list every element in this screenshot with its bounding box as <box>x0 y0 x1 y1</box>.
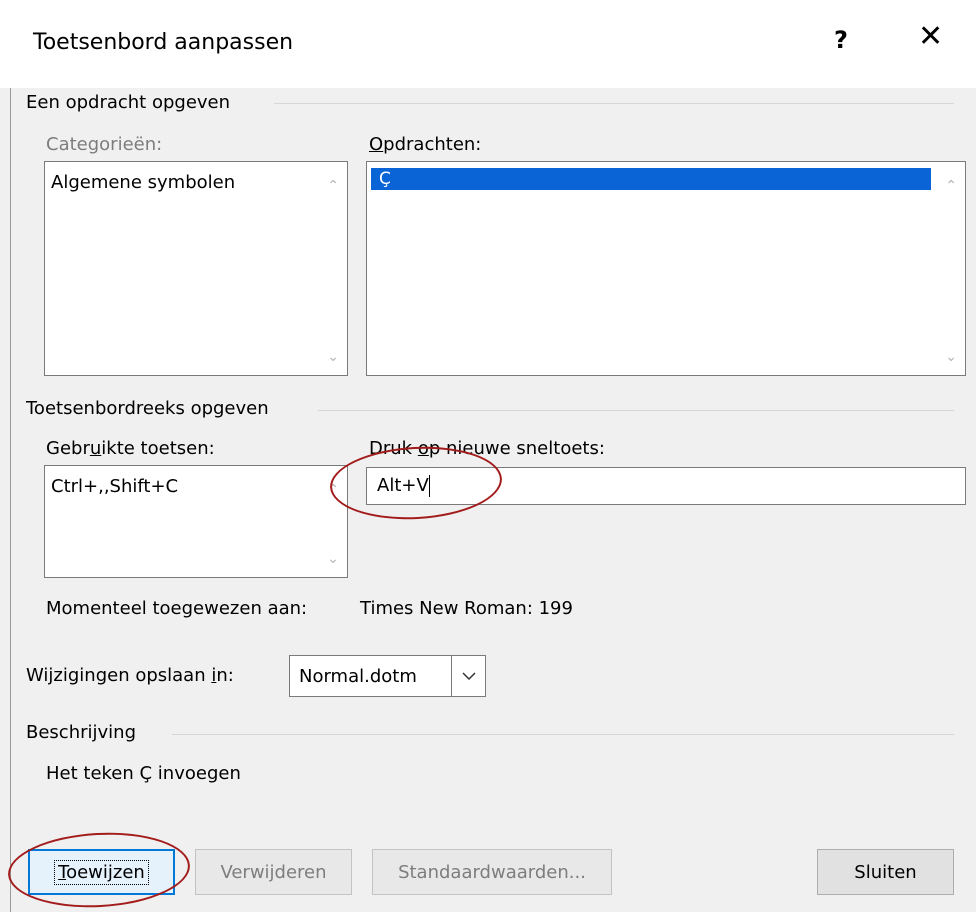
chevron-down-icon[interactable] <box>451 656 485 696</box>
categories-list[interactable]: Algemene symbolen ⌃ ⌄ <box>44 161 348 376</box>
used-keys-list[interactable]: Ctrl+,,Shift+C ⌃ ⌄ <box>44 465 348 578</box>
reset-defaults-button[interactable]: Standaardwaarden... <box>372 849 612 895</box>
description-text: Het teken Ç invoegen <box>46 763 241 784</box>
used-keys-label: Gebruikte toetsen: <box>46 438 215 459</box>
commands-item-selected[interactable]: Ç <box>371 168 931 190</box>
group-divider <box>318 410 954 411</box>
title-bar: Toetsenbord aanpassen ? ✕ <box>0 0 976 88</box>
close-button[interactable]: Sluiten <box>817 849 954 895</box>
dialog-title: Toetsenbord aanpassen <box>33 30 294 55</box>
assigned-label: Momenteel toegewezen aan: <box>46 598 308 619</box>
group-divider <box>274 103 954 104</box>
description-title: Beschrijving <box>26 722 136 743</box>
save-in-select[interactable]: Normal.dotm <box>289 655 486 697</box>
close-icon[interactable]: ✕ <box>918 22 943 52</box>
scroll-up-icon[interactable]: ⌃ <box>945 178 957 194</box>
help-button[interactable]: ? <box>834 26 848 54</box>
save-in-selected: Normal.dotm <box>299 666 417 687</box>
used-keys-item[interactable]: Ctrl+,,Shift+C <box>51 476 178 497</box>
command-group-title: Een opdracht opgeven <box>26 92 231 113</box>
scroll-down-icon[interactable]: ⌄ <box>327 551 339 567</box>
remove-button[interactable]: Verwijderen <box>195 849 352 895</box>
group-divider <box>172 734 954 735</box>
commands-label: Opdrachten: <box>369 134 482 155</box>
scroll-up-icon[interactable]: ⌃ <box>327 178 339 194</box>
commands-list[interactable]: Ç ⌃ ⌄ <box>366 161 966 376</box>
keyboard-group-title: Toetsenbordreeks opgeven <box>26 398 269 419</box>
categories-label: Categorieën: <box>46 134 163 155</box>
scroll-down-icon[interactable]: ⌄ <box>327 349 339 365</box>
scroll-down-icon[interactable]: ⌄ <box>945 349 957 365</box>
commands-item-label: Ç <box>379 169 391 189</box>
save-in-label: Wijzigingen opslaan in: <box>26 665 234 686</box>
categories-item[interactable]: Algemene symbolen <box>51 172 235 193</box>
assigned-value: Times New Roman: 199 <box>360 598 573 619</box>
